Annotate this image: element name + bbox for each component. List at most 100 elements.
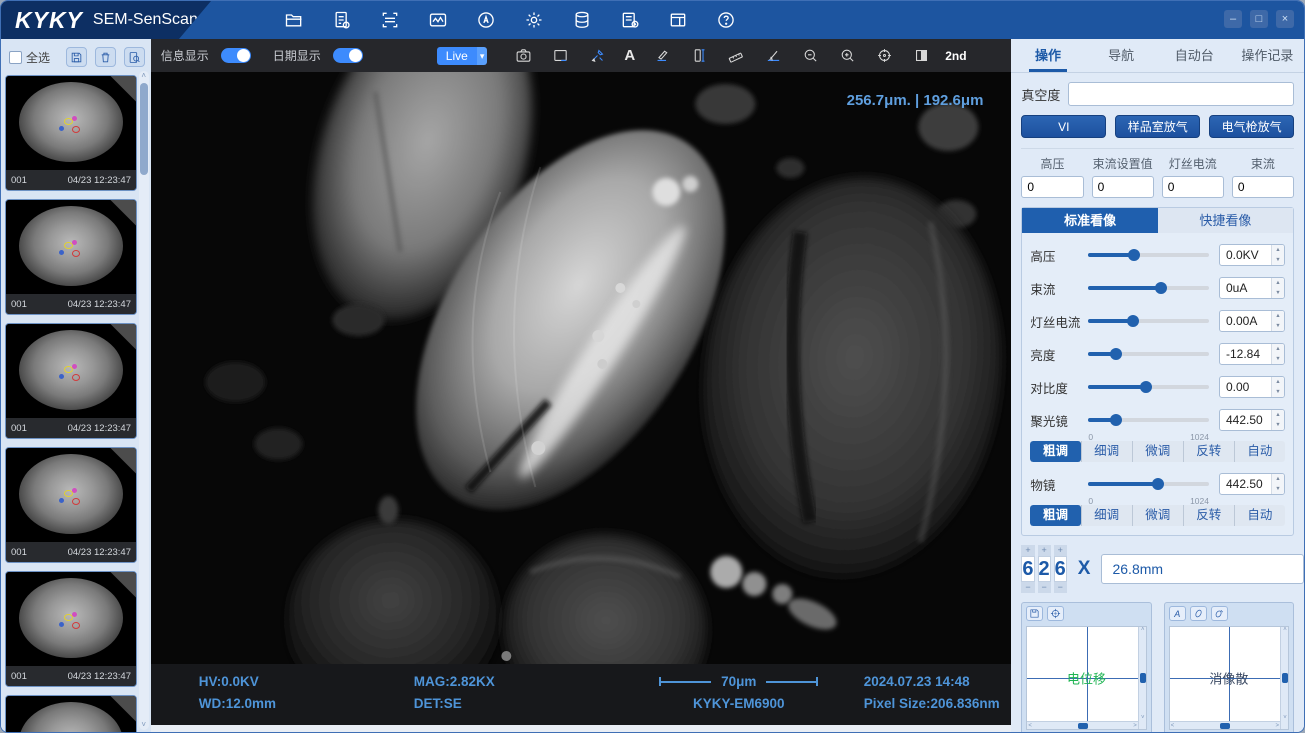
filament-field[interactable] (1162, 176, 1224, 198)
text-icon[interactable]: A (624, 47, 635, 64)
beam-set-field[interactable] (1092, 176, 1154, 198)
angle-icon[interactable] (763, 46, 783, 66)
spin-up-icon[interactable]: ▲ (1272, 245, 1284, 255)
zoom-in-icon[interactable] (837, 46, 857, 66)
x-scrollbar[interactable]: ˂ ˃ (1027, 721, 1137, 729)
scroll-down-icon[interactable]: ˅ (1139, 715, 1147, 721)
settings-icon[interactable] (521, 7, 547, 33)
save-button[interactable] (66, 47, 87, 67)
zoom-out-icon[interactable] (800, 46, 820, 66)
scroll-up-icon[interactable]: ˄ (139, 71, 149, 81)
coarse-adjust-button[interactable]: 粗调 (1030, 441, 1080, 462)
scroll-right-icon[interactable]: ˃ (1276, 722, 1280, 730)
filament-slider[interactable] (1088, 319, 1209, 323)
chamber-vent-button[interactable]: 样品室放气 (1115, 115, 1200, 138)
thumbnail-item[interactable] (5, 695, 137, 733)
fine-adjust-button[interactable]: 细调 (1081, 505, 1132, 526)
live-button[interactable]: Live (437, 47, 477, 65)
spin-down-icon[interactable]: ▼ (1272, 255, 1284, 265)
condenser-slider[interactable]: 0 1024 (1088, 418, 1209, 422)
sem-image-stage[interactable]: 256.7μm. | 192.6μm (151, 72, 1012, 664)
coarse-adjust-button[interactable]: 粗调 (1030, 505, 1080, 526)
contrast-icon[interactable] (911, 46, 931, 66)
tools-icon[interactable] (587, 46, 607, 66)
tab-standard-imaging[interactable]: 标准看像 (1022, 208, 1157, 233)
hv-slider[interactable] (1088, 253, 1209, 257)
scroll-left-icon[interactable]: ˂ (1171, 722, 1175, 730)
help-icon[interactable] (713, 7, 739, 33)
stig-auto-button[interactable]: A (1169, 606, 1186, 621)
beam-slider[interactable] (1088, 286, 1209, 290)
micro-adjust-button[interactable]: 微调 (1132, 441, 1183, 462)
secondary-detector-label[interactable]: 2nd (945, 49, 966, 63)
live-dropdown[interactable]: ▾ (477, 47, 488, 65)
select-all-checkbox[interactable] (9, 51, 22, 64)
thumbnail-item[interactable]: 00104/23 12:23:47 (5, 571, 137, 687)
window-layout-icon[interactable] (665, 7, 691, 33)
thumbnail-item[interactable]: 00104/23 12:23:47 (5, 323, 137, 439)
sidebar-scrollbar[interactable]: ˄ ˅ (139, 71, 149, 730)
micro-adjust-button[interactable]: 微调 (1132, 505, 1183, 526)
scan-icon[interactable] (377, 7, 403, 33)
beam-field[interactable] (1232, 176, 1294, 198)
spin-down-icon[interactable]: ▼ (1272, 484, 1284, 494)
spin-up-icon[interactable]: ▲ (1272, 278, 1284, 288)
scroll-down-icon[interactable]: ˅ (139, 720, 149, 730)
spin-up-icon[interactable]: ▲ (1272, 344, 1284, 354)
spin-down-icon[interactable]: ▼ (1272, 387, 1284, 397)
fine-adjust-button[interactable]: 细调 (1081, 441, 1132, 462)
scroll-up-icon[interactable]: ˄ (1281, 627, 1289, 633)
tab-operation[interactable]: 操作 (1011, 39, 1084, 72)
stig-edit-button[interactable] (1211, 606, 1228, 621)
auto-button[interactable]: 自动 (1234, 441, 1285, 462)
spin-down-icon[interactable]: ▼ (1272, 354, 1284, 364)
x-thumb[interactable] (1220, 723, 1230, 729)
x-thumb[interactable] (1078, 723, 1088, 729)
camera-icon[interactable] (513, 46, 533, 66)
target-icon[interactable] (874, 46, 894, 66)
thumbnail-item[interactable]: 00104/23 12:23:47 (5, 75, 137, 191)
decrement-button[interactable]: − (1054, 582, 1067, 593)
objective-slider[interactable]: 0 1024 (1088, 482, 1209, 486)
report-icon[interactable] (329, 7, 355, 33)
scroll-up-icon[interactable]: ˄ (1139, 627, 1147, 633)
auto-rotate-icon[interactable] (473, 7, 499, 33)
delete-button[interactable] (95, 47, 116, 67)
increment-button[interactable]: + (1021, 545, 1034, 556)
date-display-toggle[interactable] (333, 48, 363, 63)
hv-field[interactable] (1021, 176, 1083, 198)
decrement-button[interactable]: − (1021, 582, 1034, 593)
vi-button[interactable]: VI (1021, 115, 1106, 138)
spin-down-icon[interactable]: ▼ (1272, 321, 1284, 331)
pen-icon[interactable] (652, 46, 672, 66)
contrast-slider[interactable] (1088, 385, 1209, 389)
scroll-down-icon[interactable]: ˅ (1281, 715, 1289, 721)
y-thumb[interactable] (1140, 673, 1146, 683)
stigmator-plot[interactable]: 消像散 ˄ ˅ ˂ ˃ (1169, 626, 1289, 730)
spin-down-icon[interactable]: ▼ (1272, 420, 1284, 430)
auto-button[interactable]: 自动 (1234, 505, 1285, 526)
scroll-left-icon[interactable]: ˂ (1028, 722, 1032, 730)
capture-frame-icon[interactable] (550, 46, 570, 66)
increment-button[interactable]: + (1054, 545, 1067, 556)
thumbnail-item[interactable]: 00104/23 12:23:47 (5, 447, 137, 563)
vacuum-input[interactable] (1068, 82, 1294, 106)
increment-button[interactable]: + (1038, 545, 1051, 556)
tab-operation-log[interactable]: 操作记录 (1231, 39, 1304, 72)
ruler-icon[interactable] (726, 46, 746, 66)
decrement-button[interactable]: − (1038, 582, 1051, 593)
close-button[interactable]: × (1276, 10, 1294, 28)
spin-up-icon[interactable]: ▲ (1272, 377, 1284, 387)
brightness-slider[interactable] (1088, 352, 1209, 356)
maximize-button[interactable]: □ (1250, 10, 1268, 28)
invert-button[interactable]: 反转 (1183, 505, 1234, 526)
thumbnail-item[interactable]: 00104/23 12:23:47 (5, 199, 137, 315)
preview-button[interactable] (124, 47, 145, 67)
spin-down-icon[interactable]: ▼ (1272, 288, 1284, 298)
tab-auto-stage[interactable]: 自动台 (1158, 39, 1231, 72)
y-scrollbar[interactable]: ˄ ˅ (1138, 627, 1146, 729)
beam-shift-plot[interactable]: 电位移 ˄ ˅ ˂ ˃ (1026, 626, 1146, 730)
invert-button[interactable]: 反转 (1183, 441, 1234, 462)
spin-up-icon[interactable]: ▲ (1272, 311, 1284, 321)
spin-up-icon[interactable]: ▲ (1272, 474, 1284, 484)
